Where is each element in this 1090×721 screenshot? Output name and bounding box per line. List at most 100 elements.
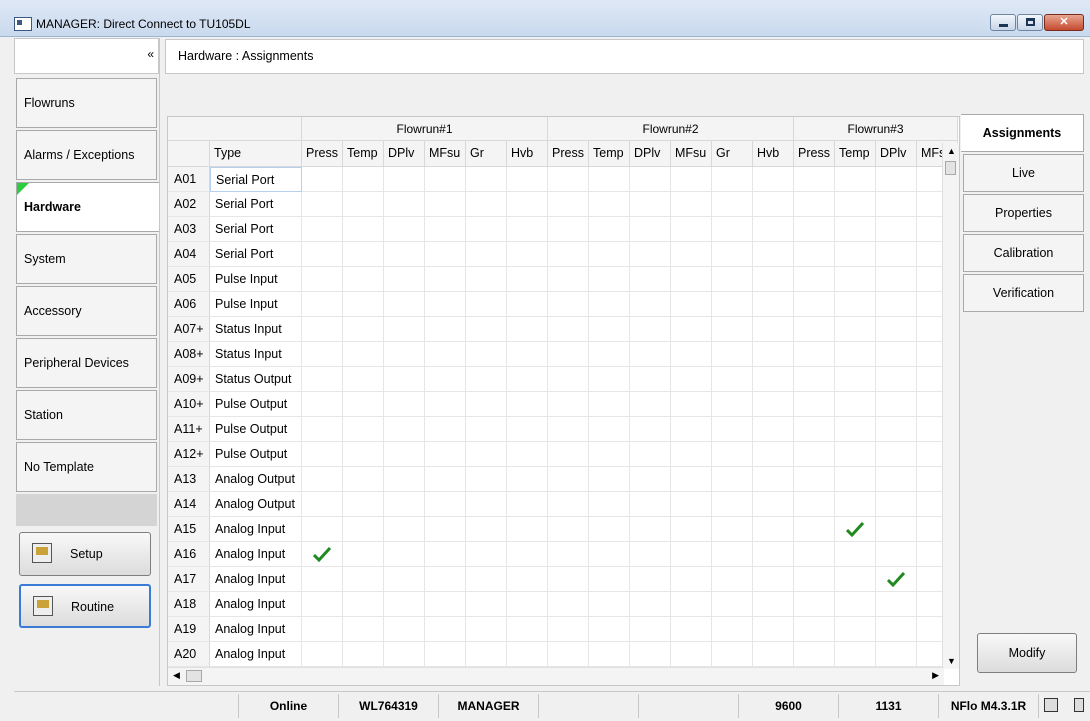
assignment-cell[interactable] — [384, 392, 425, 417]
assignment-cell[interactable] — [671, 192, 712, 217]
assignment-cell[interactable] — [507, 517, 548, 542]
assignment-cell[interactable] — [466, 617, 507, 642]
assignment-cell[interactable] — [548, 417, 589, 442]
type-cell[interactable]: Status Input — [210, 317, 302, 342]
assignment-cell[interactable] — [343, 542, 384, 567]
assignment-cell[interactable] — [384, 217, 425, 242]
type-cell[interactable]: Serial Port — [210, 192, 302, 217]
assignment-cell[interactable] — [835, 217, 876, 242]
assignment-cell[interactable] — [712, 292, 753, 317]
assignment-cell[interactable] — [343, 642, 384, 667]
assignment-cell[interactable] — [794, 417, 835, 442]
row-header[interactable]: A04 — [168, 242, 210, 267]
assignment-cell[interactable] — [466, 367, 507, 392]
assignment-cell[interactable] — [425, 417, 466, 442]
assignment-cell[interactable] — [425, 642, 466, 667]
assignment-cell[interactable] — [589, 417, 630, 442]
assignment-cell[interactable] — [794, 167, 835, 192]
assignment-cell[interactable] — [671, 592, 712, 617]
column-header[interactable]: MFsu — [425, 141, 466, 167]
row-header[interactable]: A17 — [168, 567, 210, 592]
assignment-cell[interactable] — [548, 217, 589, 242]
assignment-cell[interactable] — [548, 342, 589, 367]
assignment-cell[interactable] — [630, 167, 671, 192]
assignment-cell[interactable] — [466, 492, 507, 517]
assignment-cell[interactable] — [630, 217, 671, 242]
assignment-cell[interactable] — [794, 292, 835, 317]
assignment-cell[interactable] — [507, 417, 548, 442]
row-header[interactable]: A06 — [168, 292, 210, 317]
assignment-cell[interactable] — [876, 342, 917, 367]
scroll-up-icon[interactable]: ▲ — [947, 146, 956, 156]
assignment-cell[interactable] — [589, 642, 630, 667]
assignment-cell[interactable] — [876, 292, 917, 317]
assignment-cell[interactable] — [343, 492, 384, 517]
assignment-cell[interactable] — [343, 292, 384, 317]
assignment-cell[interactable] — [466, 392, 507, 417]
setup-button[interactable]: Setup — [19, 532, 151, 576]
assignment-cell[interactable] — [507, 367, 548, 392]
tab-verification[interactable]: Verification — [963, 274, 1084, 312]
assignment-cell[interactable] — [548, 542, 589, 567]
assignment-cell[interactable] — [384, 367, 425, 392]
assignment-cell[interactable] — [384, 642, 425, 667]
assignment-cell[interactable] — [753, 342, 794, 367]
assignment-cell[interactable] — [589, 342, 630, 367]
assignment-cell[interactable] — [835, 642, 876, 667]
assignment-cell[interactable] — [712, 242, 753, 267]
column-header[interactable]: MFsu — [671, 141, 712, 167]
assignment-cell[interactable] — [302, 567, 343, 592]
assignment-cell[interactable] — [548, 442, 589, 467]
type-cell[interactable]: Analog Input — [210, 517, 302, 542]
assignment-cell[interactable] — [794, 592, 835, 617]
assignment-cell[interactable] — [753, 367, 794, 392]
assignment-cell[interactable] — [835, 292, 876, 317]
assignment-cell[interactable] — [466, 467, 507, 492]
assignment-cell[interactable] — [589, 567, 630, 592]
assignment-cell[interactable] — [425, 342, 466, 367]
assignment-cell[interactable] — [384, 192, 425, 217]
type-cell[interactable]: Analog Input — [210, 592, 302, 617]
assignment-cell[interactable] — [466, 267, 507, 292]
assignment-cell[interactable] — [507, 317, 548, 342]
column-header[interactable]: Gr — [712, 141, 753, 167]
type-cell[interactable]: Status Output — [210, 367, 302, 392]
assignment-cell[interactable] — [343, 217, 384, 242]
assignment-cell[interactable] — [630, 567, 671, 592]
assignment-cell[interactable] — [343, 417, 384, 442]
assignment-cell[interactable] — [794, 242, 835, 267]
assignment-cell[interactable] — [630, 292, 671, 317]
assignment-cell[interactable] — [753, 642, 794, 667]
assignment-cell[interactable] — [425, 292, 466, 317]
assignment-cell[interactable] — [876, 442, 917, 467]
assignment-cell[interactable] — [753, 467, 794, 492]
assignment-cell[interactable] — [835, 392, 876, 417]
row-header[interactable]: A14 — [168, 492, 210, 517]
assignment-cell[interactable] — [466, 217, 507, 242]
vertical-scroll-thumb[interactable] — [945, 161, 956, 175]
assignment-cell[interactable] — [876, 267, 917, 292]
assignment-cell[interactable] — [671, 617, 712, 642]
assignment-cell[interactable] — [835, 492, 876, 517]
assignment-cell[interactable] — [507, 542, 548, 567]
assignment-cell[interactable] — [712, 392, 753, 417]
assignment-cell[interactable] — [466, 167, 507, 192]
assignment-cell[interactable] — [507, 292, 548, 317]
assignment-cell[interactable] — [589, 292, 630, 317]
assignment-cell[interactable] — [794, 367, 835, 392]
assignment-cell[interactable] — [384, 267, 425, 292]
assignment-cell[interactable] — [753, 267, 794, 292]
assignment-cell[interactable] — [630, 267, 671, 292]
assignment-cell[interactable] — [712, 592, 753, 617]
horizontal-scroll-thumb[interactable] — [186, 670, 202, 682]
assignment-cell[interactable] — [507, 242, 548, 267]
assignment-cell[interactable] — [466, 242, 507, 267]
assignment-cell[interactable] — [753, 167, 794, 192]
column-header[interactable]: Temp — [835, 141, 876, 167]
assignment-cell[interactable] — [794, 642, 835, 667]
type-cell[interactable]: Serial Port — [210, 217, 302, 242]
assignment-cell[interactable] — [425, 492, 466, 517]
assignment-cell[interactable] — [794, 442, 835, 467]
assignment-cell[interactable] — [630, 592, 671, 617]
type-cell[interactable]: Analog Input — [210, 617, 302, 642]
